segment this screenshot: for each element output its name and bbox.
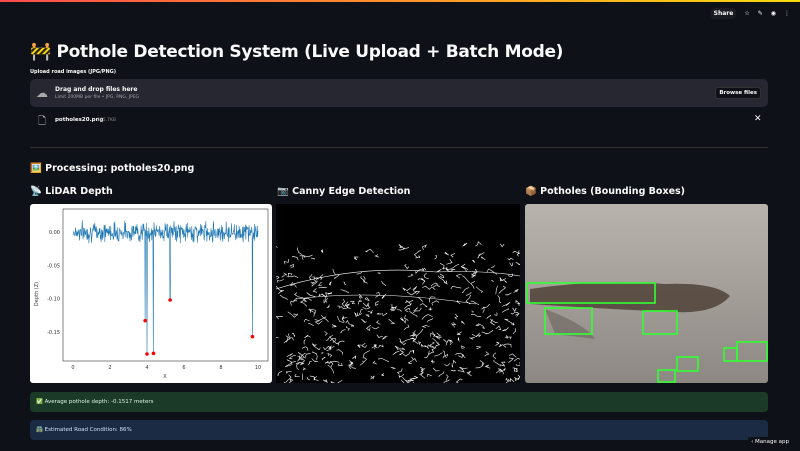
x-tick-label: 6 [182, 365, 185, 371]
detected-pothole-point [168, 298, 172, 302]
canny-edge-image [276, 204, 520, 383]
edge-lines [276, 242, 520, 383]
y-tick-label: -0.05 [47, 263, 60, 269]
detected-pothole-point [251, 335, 255, 339]
browse-files-button[interactable]: Browse files [715, 87, 761, 99]
processing-heading: 🖼️ Processing: potholes20.png [30, 163, 194, 174]
page-title: 🚧 Pothole Detection System (Live Upload … [30, 42, 563, 62]
depth-line [73, 220, 258, 354]
pothole-detection-image [525, 204, 768, 383]
detected-pothole-point [143, 319, 147, 323]
x-tick-label: 4 [145, 365, 148, 371]
y-tick-label: -0.15 [47, 330, 60, 336]
limit-text: Limit 200MB per file • JPG, PNG, JPEG [55, 95, 139, 100]
x-axis-label: X [163, 374, 167, 380]
detected-pothole-point [145, 352, 149, 356]
star-icon[interactable]: ☆ [744, 10, 749, 17]
y-axis-label: Depth (Z) [34, 282, 40, 306]
detected-pothole-point [152, 352, 156, 356]
file-size: 185.7KB [97, 118, 116, 123]
lidar-heading: 📡 LiDAR Depth [30, 186, 113, 197]
toolbar: Share ☆ ✎ ◉ ⋮ [711, 8, 790, 19]
more-menu-icon[interactable]: ⋮ [784, 10, 790, 17]
canny-heading: 📷 Canny Edge Detection [277, 186, 410, 197]
lidar-chart: 0 2 4 6 8 10 0.00 -0.05 -0.10 -0.15 X Depth (Z) [30, 204, 272, 383]
file-icon: 🗋 [38, 114, 46, 131]
github-icon[interactable]: ◉ [771, 10, 776, 17]
drag-text: Drag and drop files here [55, 86, 137, 93]
road-condition-info: 🛣️ Estimated Road Condition: 86% [30, 420, 768, 440]
divider [30, 147, 768, 148]
edit-icon[interactable]: ✎ [758, 10, 763, 17]
y-tick-label: 0.00 [49, 230, 60, 236]
top-decoration [0, 0, 800, 2]
x-tick-label: 2 [108, 365, 111, 371]
x-tick-label: 0 [71, 365, 74, 371]
manage-app-button[interactable]: ‹ Manage app [748, 437, 792, 447]
remove-file-icon[interactable]: ✕ [754, 114, 762, 124]
uploader-label: Upload road images (JPG/PNG) [30, 69, 116, 75]
x-tick-label: 10 [255, 365, 261, 371]
average-depth-success: ✅ Average pothole depth: -0.1517 meters [30, 392, 768, 412]
share-button[interactable]: Share [711, 8, 737, 19]
x-tick-label: 8 [219, 365, 222, 371]
file-dropzone[interactable]: ☁ Drag and drop files here Limit 200MB p… [30, 79, 768, 107]
cloud-upload-icon: ☁ [36, 86, 48, 100]
potholes-heading: 📦 Potholes (Bounding Boxes) [525, 186, 685, 197]
y-tick-label: -0.10 [47, 297, 60, 303]
manage-app-label: Manage app [755, 439, 789, 445]
plot-frame [63, 209, 268, 361]
